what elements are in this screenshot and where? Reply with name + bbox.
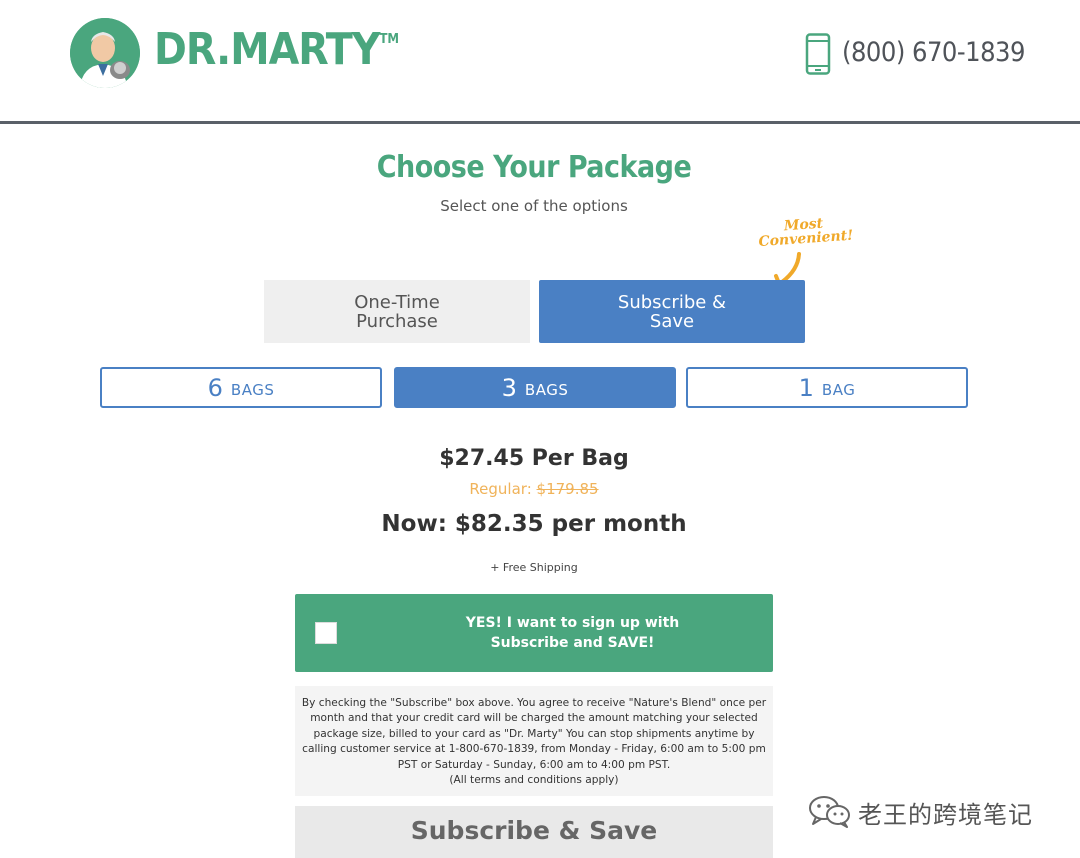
monthly-price: Now: $82.35 per month — [381, 511, 687, 537]
regular-price-value: $179.85 — [536, 480, 599, 498]
price-per-bag: $27.45 Per Bag — [439, 446, 629, 471]
regular-price-label: Regular: — [469, 480, 532, 498]
terms-text: By checking the "Subscribe" box above. Y… — [301, 697, 767, 771]
quantity-option-1-bag[interactable]: 1 BAG — [686, 367, 968, 408]
logo-text[interactable]: DR.MARTYTM — [154, 24, 399, 75]
quantity-number: 6 — [207, 373, 223, 402]
subscribe-opt-in-text: YES! I want to sign up with Subscribe an… — [385, 613, 760, 653]
phone-icon — [805, 33, 831, 75]
subscription-terms: By checking the "Subscribe" box above. Y… — [295, 686, 773, 796]
regular-price: Regular: $179.85 — [0, 480, 1068, 498]
quantity-option-6-bags[interactable]: 6 BAGS — [100, 367, 382, 408]
free-shipping-note: + Free Shipping — [490, 561, 578, 574]
quantity-number: 3 — [501, 373, 517, 402]
doctor-portrait-icon — [70, 18, 140, 88]
tab-one-time-purchase[interactable]: One-Time Purchase — [264, 280, 530, 343]
tab-label: Subscribe & Save — [617, 291, 727, 332]
wechat-icon — [809, 796, 850, 828]
page-subtitle: Select one of the options — [440, 197, 628, 215]
logo-avatar[interactable] — [70, 18, 140, 88]
quantity-option-3-bags[interactable]: 3 BAGS — [394, 367, 676, 408]
quantity-unit: BAGS — [524, 381, 569, 399]
phone-number[interactable]: (800) 670-1839 — [842, 37, 1025, 68]
site-header: DR.MARTYTM (800) 670-1839 — [0, 0, 1080, 121]
quantity-unit: BAGS — [230, 381, 275, 399]
subscribe-and-save-button[interactable]: Subscribe & Save — [295, 806, 773, 858]
tab-subscribe-and-save[interactable]: Subscribe & Save — [539, 280, 805, 343]
quantity-number: 1 — [798, 373, 814, 402]
most-convenient-note: Most Convenient! — [758, 215, 854, 251]
subscribe-line-1: YES! I want to sign up with — [465, 615, 680, 631]
tab-label: One-Time Purchase — [354, 291, 440, 332]
page-title: Choose Your Package — [376, 150, 692, 185]
quantity-unit: BAG — [821, 381, 856, 399]
brand-name: DR.MARTY — [154, 24, 380, 75]
subscribe-opt-in[interactable]: YES! I want to sign up with Subscribe an… — [295, 594, 773, 672]
trademark: TM — [379, 32, 400, 47]
subscribe-checkbox[interactable] — [315, 622, 337, 644]
header-divider — [0, 121, 1080, 124]
subscribe-line-2: Subscribe and SAVE! — [490, 635, 655, 651]
terms-note: (All terms and conditions apply) — [449, 774, 619, 787]
watermark-text: 老王的跨境笔记 — [858, 801, 1033, 829]
